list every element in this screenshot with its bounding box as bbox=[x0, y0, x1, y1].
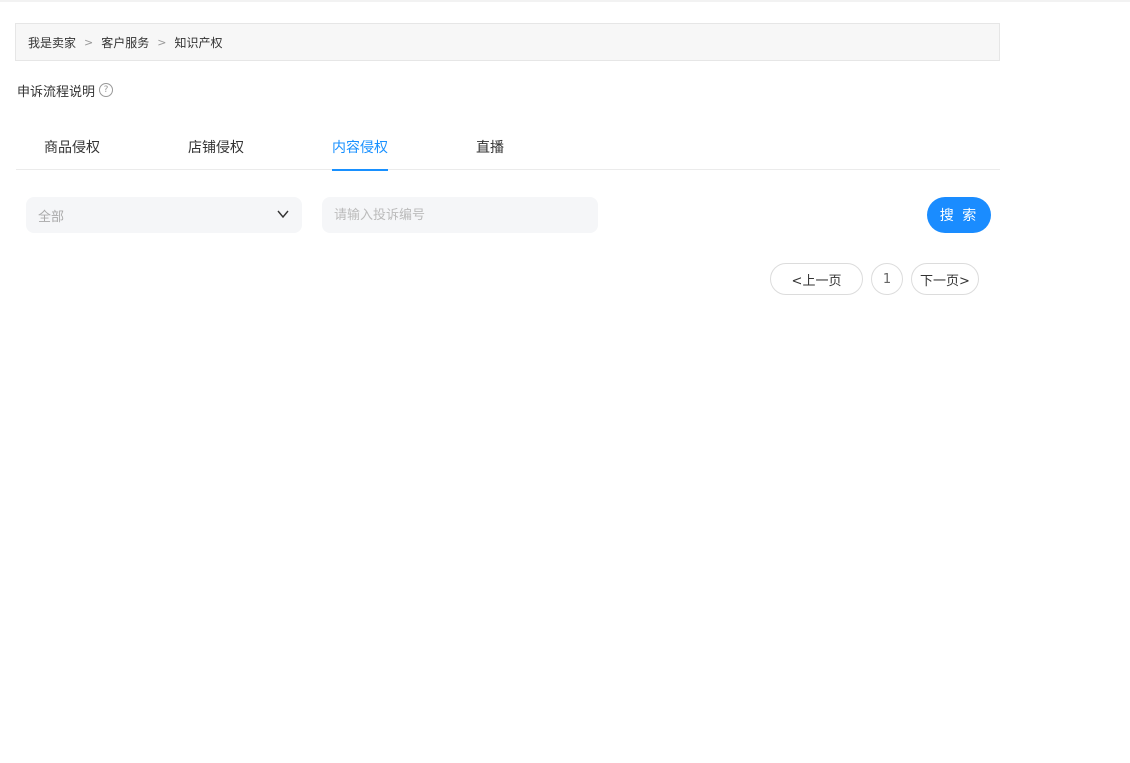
complaint-number-input[interactable] bbox=[322, 197, 598, 233]
chevron-down-icon bbox=[277, 210, 289, 219]
tab-bar: 商品侵权 店铺侵权 内容侵权 直播 bbox=[16, 130, 1000, 171]
breadcrumb-item-seller[interactable]: 我是卖家 bbox=[28, 34, 76, 51]
tab-product-infringement[interactable]: 商品侵权 bbox=[44, 130, 100, 170]
question-circle-icon[interactable]: ? bbox=[99, 83, 114, 97]
breadcrumb: 我是卖家 > 客户服务 > 知识产权 bbox=[15, 23, 1000, 61]
type-select[interactable]: 全部 bbox=[26, 197, 302, 233]
top-divider bbox=[0, 0, 1130, 2]
breadcrumb-separator: > bbox=[84, 35, 94, 49]
search-button[interactable]: 搜 索 bbox=[927, 197, 991, 233]
prev-page-button[interactable]: <上一页 bbox=[770, 263, 863, 295]
breadcrumb-item-customer-service[interactable]: 客户服务 bbox=[101, 34, 149, 51]
type-select-value: 全部 bbox=[38, 209, 65, 225]
tab-live[interactable]: 直播 bbox=[476, 130, 504, 170]
tab-store-infringement[interactable]: 店铺侵权 bbox=[188, 130, 244, 170]
appeal-process-help: 申诉流程说明 ? bbox=[17, 80, 114, 100]
breadcrumb-separator: > bbox=[157, 35, 167, 49]
breadcrumb-item-ip: 知识产权 bbox=[174, 35, 223, 50]
next-page-button[interactable]: 下一页> bbox=[911, 263, 979, 295]
tab-content-infringement[interactable]: 内容侵权 bbox=[332, 130, 388, 171]
appeal-process-label: 申诉流程说明 bbox=[17, 84, 96, 100]
page-number-button[interactable]: 1 bbox=[871, 263, 903, 295]
